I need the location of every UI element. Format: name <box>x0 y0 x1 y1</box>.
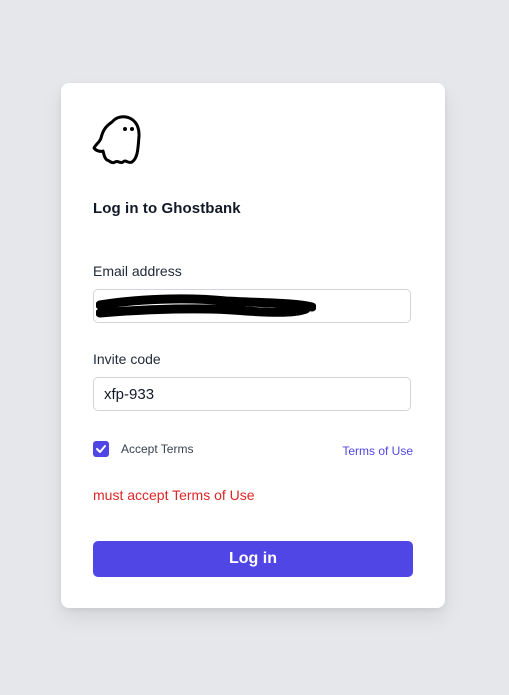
checkmark-icon <box>96 445 106 453</box>
invite-code-label: Invite code <box>93 351 161 367</box>
login-button[interactable]: Log in <box>93 541 413 577</box>
email-label: Email address <box>93 263 182 279</box>
accept-terms-label: Accept Terms <box>121 442 194 456</box>
accept-terms-checkbox[interactable] <box>93 441 109 457</box>
ghost-icon <box>92 115 141 165</box>
email-field[interactable] <box>93 289 411 323</box>
terms-of-use-link[interactable]: Terms of Use <box>342 444 413 458</box>
invite-code-field[interactable] <box>93 377 411 411</box>
login-card: Log in to Ghostbank Email address Invite… <box>61 83 445 608</box>
page-title: Log in to Ghostbank <box>93 200 241 217</box>
terms-error-message: must accept Terms of Use <box>93 487 255 503</box>
